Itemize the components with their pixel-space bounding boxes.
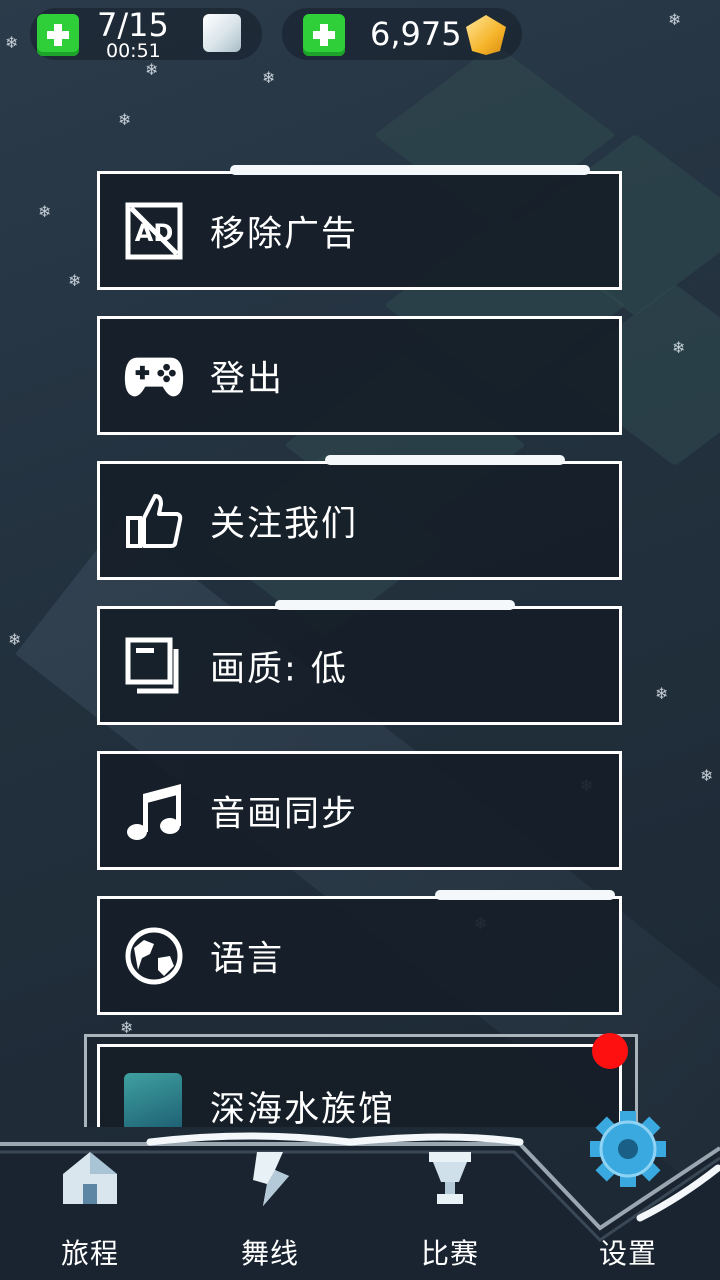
thumbs-up-icon [124, 491, 184, 551]
tab-journey-label: 旅程 [60, 1237, 119, 1270]
music-note-icon [124, 781, 184, 841]
notification-dot [592, 1033, 628, 1069]
tab-settings-label: 设置 [598, 1237, 657, 1270]
snow-cap [230, 1044, 450, 1045]
snowflake-icon: ❄ [700, 766, 714, 785]
add-energy-button[interactable] [37, 14, 79, 56]
snowflake-icon: ❄ [118, 110, 132, 129]
tab-settings[interactable]: 设置 [548, 1111, 708, 1280]
snowflake-icon: ❄ [262, 68, 276, 87]
audio-sync-button[interactable]: 音画同步 [97, 751, 622, 870]
snow-cap [275, 600, 515, 610]
house-icon [63, 1152, 117, 1204]
remove-ads-button[interactable]: AD 移除广告 [97, 165, 622, 290]
bottom-navigation: 旅程 舞线 比赛 设置 [0, 1108, 720, 1280]
energy-timer: 00:51 [106, 40, 161, 62]
snowflake-icon: ❄ [38, 202, 52, 221]
snowflake-icon: ❄ [68, 271, 82, 290]
tab-dance-line-label: 舞线 [240, 1237, 299, 1270]
globe-icon [124, 926, 184, 986]
quality-icon [124, 636, 184, 696]
language-button[interactable]: 语言 [97, 890, 622, 1015]
energy-count: 7/15 [97, 6, 169, 44]
no-ads-icon: AD [124, 201, 184, 261]
tab-journey[interactable]: 旅程 [10, 1130, 170, 1280]
logout-button[interactable]: 登出 [97, 316, 622, 435]
trophy-icon [429, 1152, 471, 1204]
snowflake-icon: ❄ [145, 60, 159, 79]
tab-dance-line[interactable]: 舞线 [190, 1130, 350, 1280]
snow-cap [230, 165, 590, 175]
snowflake-icon: ❄ [655, 684, 669, 703]
tab-competition-label: 比赛 [420, 1237, 479, 1270]
remove-ads-label: 移除广告 [210, 214, 359, 254]
logout-label: 登出 [210, 359, 285, 399]
gems-count: 6,975 [370, 15, 462, 53]
snowflake-icon: ❄ [672, 338, 686, 357]
gear-icon [590, 1111, 666, 1187]
tab-competition[interactable]: 比赛 [370, 1130, 530, 1280]
dance-line-icon [253, 1152, 289, 1206]
snowflake-icon: ❄ [8, 630, 22, 649]
snow-cap [435, 890, 615, 900]
quality-label: 画质: 低 [210, 649, 348, 689]
gamepad-icon [124, 346, 184, 406]
language-label: 语言 [210, 939, 285, 979]
follow-us-button[interactable]: 关注我们 [97, 455, 622, 580]
add-gems-button[interactable] [303, 14, 345, 56]
snowflake-icon: ❄ [5, 33, 19, 52]
quality-button[interactable]: 画质: 低 [97, 600, 622, 725]
snowflake-icon: ❄ [668, 10, 682, 29]
snow-cap [325, 455, 565, 465]
ice-cube-icon [203, 14, 241, 52]
audio-sync-label: 音画同步 [210, 794, 359, 834]
follow-us-label: 关注我们 [210, 504, 359, 544]
